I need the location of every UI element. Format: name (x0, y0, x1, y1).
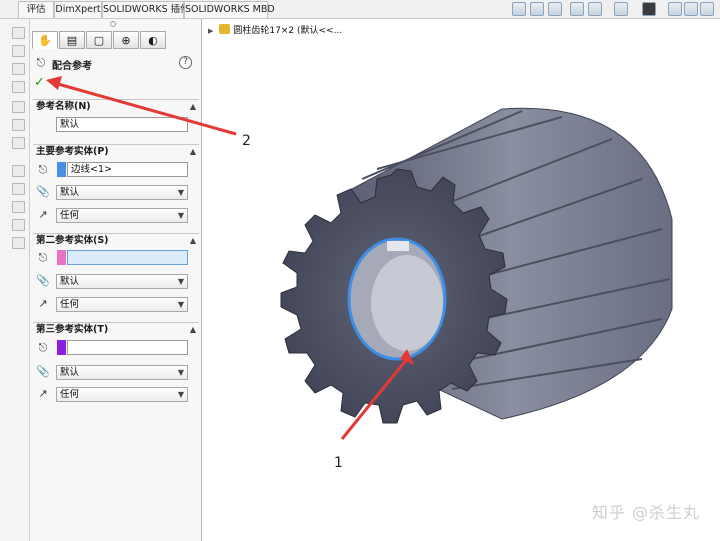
ref-name-header[interactable]: 参考名称(N) ▲ (33, 99, 199, 114)
collapse-icon[interactable]: ▲ (190, 145, 196, 159)
left-command-strip (0, 19, 30, 541)
help-icon[interactable]: ? (179, 56, 192, 69)
heads-up-view-toolbar (508, 1, 718, 18)
entity-selection-icon: ⎋ (38, 341, 48, 354)
command-icon[interactable] (12, 101, 25, 113)
command-icon[interactable] (12, 27, 25, 39)
secondary-mate-type-value: 默认 (60, 276, 80, 287)
graphics-area[interactable]: ▶ 圆柱齿轮17×2 (默认<<... 1 2 知乎 @杀生丸 (202, 19, 720, 541)
ref-name-field[interactable]: 默认 (56, 117, 188, 132)
annotation-label-1: 1 (334, 455, 343, 471)
mate-type-icon: 📎 (36, 365, 50, 378)
property-manager: ✋ ▤ ▢ ⊕ ◐ ⎋ 配合参考 ? ✓ 参考名称(N) ▲ 默认 主要参考实体… (30, 19, 202, 541)
secondary-entity-field[interactable] (67, 250, 188, 265)
annotation-label-2: 2 (242, 133, 251, 149)
tab-evaluate[interactable]: 评估 (18, 1, 54, 18)
watermark: 知乎 @杀生丸 (591, 503, 700, 522)
arrow-1 (340, 358, 409, 440)
manager-tabs: ✋ ▤ ▢ ⊕ ◐ (30, 31, 202, 50)
primary-mate-type-select[interactable]: 默认 ▼ (56, 185, 188, 200)
tab-solidworks-mbd[interactable]: SOLIDWORKS MBD (184, 1, 275, 18)
tertiary-entity-field[interactable] (67, 340, 188, 355)
command-icon[interactable] (12, 45, 25, 57)
dimxpert-manager-tab[interactable]: ⊕ (113, 31, 139, 49)
display-manager-tab[interactable]: ◐ (140, 31, 166, 49)
alignment-icon: ↗ (38, 208, 48, 221)
tertiary-alignment-select[interactable]: 任何 ▼ (56, 387, 188, 402)
hide-show-icon[interactable] (642, 2, 656, 16)
chevron-down-icon: ▼ (177, 300, 184, 309)
secondary-alignment-value: 任何 (60, 299, 80, 310)
primary-alignment-value: 任何 (60, 210, 80, 221)
tertiary-ref-label: 第三参考实体(T) (36, 324, 109, 335)
tertiary-alignment-value: 任何 (60, 389, 80, 400)
display-style-icon[interactable] (614, 2, 628, 16)
arrow-1-head (400, 349, 414, 365)
configuration-manager-tab[interactable]: ▢ (86, 31, 112, 49)
command-manager-tabs: 评估 DimXpert SOLIDWORKS 插件 SOLIDWORKS MBD (0, 0, 720, 19)
chevron-down-icon: ▼ (177, 277, 184, 286)
mate-reference-icon: ⎋ (36, 56, 46, 69)
collapse-icon[interactable]: ▲ (190, 234, 196, 248)
chevron-down-icon: ▼ (177, 211, 184, 220)
property-manager-tab[interactable]: ▤ (59, 31, 85, 49)
tertiary-mate-type-value: 默认 (60, 367, 80, 378)
primary-entity-field[interactable]: 边线<1> (67, 162, 188, 177)
command-icon[interactable] (12, 81, 25, 93)
section-view-icon[interactable] (570, 2, 584, 16)
chevron-down-icon: ▼ (177, 390, 184, 399)
collapse-icon[interactable]: ▲ (190, 100, 196, 114)
tertiary-mate-type-select[interactable]: 默认 ▼ (56, 365, 188, 380)
annotation-arrows (340, 349, 414, 440)
alignment-icon: ↗ (38, 387, 48, 400)
command-icon[interactable] (12, 201, 25, 213)
primary-mate-type-value: 默认 (60, 187, 80, 198)
primary-color-swatch (57, 162, 66, 177)
chevron-down-icon: ▼ (177, 188, 184, 197)
ref-name-label: 参考名称(N) (36, 101, 91, 112)
appearance-icon[interactable] (668, 2, 682, 16)
collapse-icon[interactable]: ▲ (190, 323, 196, 337)
scene-icon[interactable] (684, 2, 698, 16)
zoom-area-icon[interactable] (530, 2, 544, 16)
tertiary-ref-header[interactable]: 第三参考实体(T) ▲ (33, 322, 199, 337)
command-icon[interactable] (12, 219, 25, 231)
secondary-mate-type-select[interactable]: 默认 ▼ (56, 274, 188, 289)
secondary-color-swatch (57, 250, 66, 265)
command-icon[interactable] (12, 183, 25, 195)
tab-dimxpert[interactable]: DimXpert (54, 1, 102, 18)
view-settings-icon[interactable] (700, 2, 714, 16)
tab-solidworks-addins[interactable]: SOLIDWORKS 插件 (102, 1, 190, 18)
feature-manager-tab[interactable]: ✋ (32, 31, 58, 49)
command-icon[interactable] (12, 237, 25, 249)
solidworks-window: 评估 DimXpert SOLIDWORKS 插件 SOLIDWORKS MBD (0, 0, 720, 541)
panel-grip-icon[interactable] (110, 21, 116, 27)
entity-selection-icon: ⎋ (38, 251, 48, 264)
chevron-down-icon: ▼ (177, 368, 184, 377)
entity-selection-icon: ⎋ (38, 163, 48, 176)
secondary-alignment-select[interactable]: 任何 ▼ (56, 297, 188, 312)
primary-ref-header[interactable]: 主要参考实体(P) ▲ (33, 144, 199, 159)
mate-type-icon: 📎 (36, 185, 50, 198)
view-orientation-icon[interactable] (588, 2, 602, 16)
secondary-ref-header[interactable]: 第二参考实体(S) ▲ (33, 233, 199, 248)
alignment-icon: ↗ (38, 297, 48, 310)
tertiary-color-swatch (57, 340, 66, 355)
command-icon[interactable] (12, 119, 25, 131)
command-icon[interactable] (12, 137, 25, 149)
secondary-ref-label: 第二参考实体(S) (36, 235, 109, 246)
panel-title: 配合参考 (52, 61, 92, 72)
primary-alignment-select[interactable]: 任何 ▼ (56, 208, 188, 223)
ok-button[interactable]: ✓ (34, 75, 45, 90)
zoom-fit-icon[interactable] (512, 2, 526, 16)
mate-type-icon: 📎 (36, 274, 50, 287)
previous-view-icon[interactable] (548, 2, 562, 16)
primary-ref-label: 主要参考实体(P) (36, 146, 109, 157)
command-icon[interactable] (12, 165, 25, 177)
command-icon[interactable] (12, 63, 25, 75)
